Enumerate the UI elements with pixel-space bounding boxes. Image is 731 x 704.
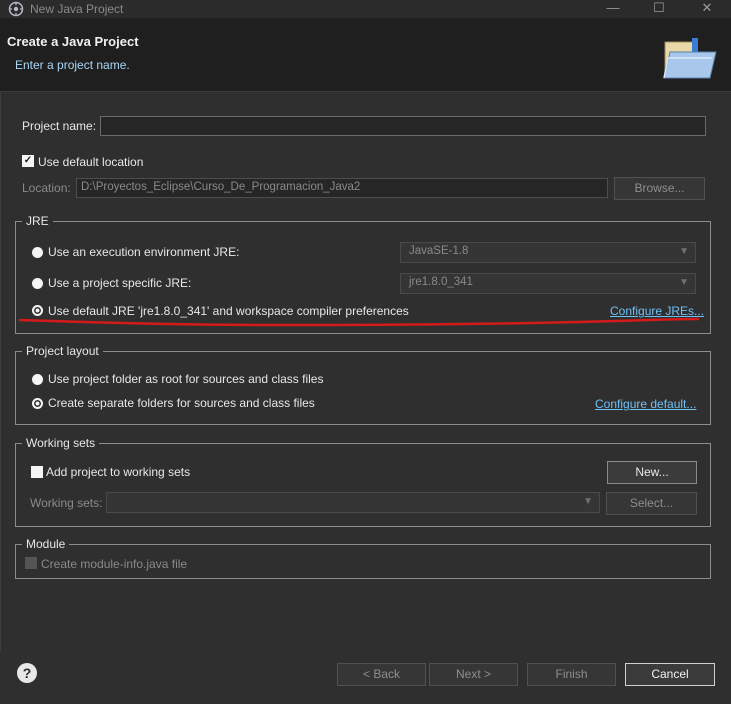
wizard-header: Create a Java Project Enter a project na… xyxy=(0,18,731,92)
layout-separate-folders-label: Create separate folders for sources and … xyxy=(48,396,315,410)
working-sets-select[interactable]: ▼ xyxy=(106,492,600,513)
folder-wizard-icon xyxy=(663,38,717,79)
window-title: New Java Project xyxy=(30,2,124,16)
next-button[interactable]: Next > xyxy=(429,663,518,686)
page-subtitle: Enter a project name. xyxy=(15,58,130,72)
finish-button[interactable]: Finish xyxy=(527,663,616,686)
page-title: Create a Java Project xyxy=(7,34,139,49)
jre-execution-env-label: Use an execution environment JRE: xyxy=(48,245,240,259)
use-default-location-checkbox[interactable]: ✓ xyxy=(22,155,34,167)
configure-default-link[interactable]: Configure default... xyxy=(595,397,696,411)
project-name-label: Project name: xyxy=(22,119,97,133)
cancel-button[interactable]: Cancel xyxy=(625,663,715,686)
new-working-set-button[interactable]: New... xyxy=(607,461,697,484)
execution-env-value: JavaSE-1.8 xyxy=(409,245,469,257)
minimize-button[interactable]: — xyxy=(590,0,636,18)
maximize-button[interactable]: ☐ xyxy=(636,0,682,18)
working-sets-label: Working sets: xyxy=(30,496,103,510)
project-specific-jre-value: jre1.8.0_341 xyxy=(409,276,473,288)
location-input[interactable]: D:\Proyectos_Eclipse\Curso_De_Programaci… xyxy=(76,178,608,198)
eclipse-app-icon xyxy=(8,1,24,17)
project-layout-group-title: Project layout xyxy=(22,344,103,358)
chevron-down-icon: ▼ xyxy=(679,277,689,288)
chevron-down-icon: ▼ xyxy=(679,246,689,257)
layout-project-root-label: Use project folder as root for sources a… xyxy=(48,372,324,386)
jre-group-title: JRE xyxy=(22,214,53,228)
working-sets-group-title: Working sets xyxy=(22,436,100,450)
project-layout-group xyxy=(15,351,711,425)
back-button[interactable]: < Back xyxy=(337,663,426,686)
jre-project-specific-label: Use a project specific JRE: xyxy=(48,276,192,290)
create-module-info-label: Create module-info.java file xyxy=(41,557,188,571)
execution-env-select[interactable]: JavaSE-1.8 ▼ xyxy=(400,242,696,263)
jre-project-specific-radio[interactable] xyxy=(32,278,43,289)
close-window-button[interactable]: ✕ xyxy=(684,0,730,18)
project-specific-jre-select[interactable]: jre1.8.0_341 ▼ xyxy=(400,273,696,294)
layout-separate-folders-radio[interactable] xyxy=(32,398,43,409)
browse-button[interactable]: Browse... xyxy=(614,177,705,200)
help-icon[interactable]: ? xyxy=(17,663,37,683)
module-group-title: Module xyxy=(22,537,70,551)
title-bar: New Java Project — ☐ ✕ xyxy=(0,0,731,18)
add-to-working-sets-label: Add project to working sets xyxy=(46,465,191,479)
add-to-working-sets-checkbox[interactable] xyxy=(31,466,43,478)
project-name-input[interactable] xyxy=(100,116,706,136)
layout-project-root-radio[interactable] xyxy=(32,374,43,385)
location-label: Location: xyxy=(22,181,71,195)
use-default-location-label: Use default location xyxy=(38,155,144,169)
select-working-sets-button[interactable]: Select... xyxy=(606,492,697,515)
chevron-down-icon: ▼ xyxy=(583,496,593,507)
jre-execution-env-radio[interactable] xyxy=(32,247,43,258)
red-underline-annotation xyxy=(18,317,700,327)
create-module-info-checkbox[interactable] xyxy=(25,557,37,569)
